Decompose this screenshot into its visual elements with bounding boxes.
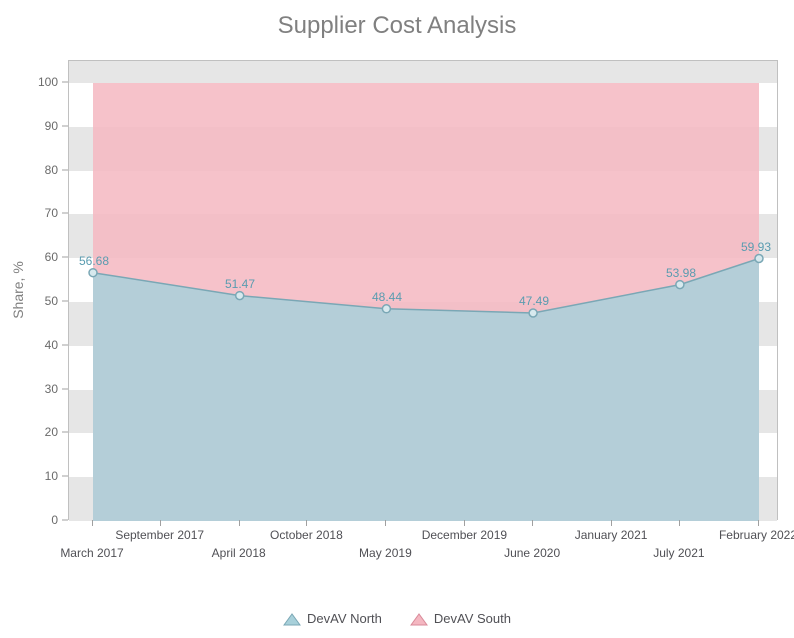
x-tick-label: October 2018	[270, 528, 343, 542]
legend-item-south: DevAV South	[410, 611, 511, 626]
y-tick-label: 90	[45, 119, 58, 133]
x-tick-mark	[679, 520, 680, 526]
x-tick-mark	[611, 520, 612, 526]
x-tick-label: July 2021	[653, 546, 704, 560]
x-tick-label: April 2018	[212, 546, 266, 560]
data-marker	[755, 255, 763, 263]
data-label: 48.44	[372, 290, 402, 304]
legend-label: DevAV North	[307, 611, 382, 626]
x-tick-mark	[758, 520, 759, 526]
legend-label: DevAV South	[434, 611, 511, 626]
plot-area: 56.68 51.47 48.44 47.49 53.98 59.93	[68, 60, 778, 520]
data-label: 53.98	[666, 266, 696, 280]
data-marker	[236, 292, 244, 300]
data-label: 59.93	[741, 240, 771, 254]
x-tick-label: March 2017	[60, 546, 123, 560]
x-tick-label: May 2019	[359, 546, 412, 560]
data-marker	[89, 269, 97, 277]
data-label: 56.68	[79, 254, 109, 268]
y-tick-label: 100	[38, 75, 58, 89]
legend-item-north: DevAV North	[283, 611, 382, 626]
chart-title: Supplier Cost Analysis	[0, 12, 794, 40]
x-tick-label: December 2019	[422, 528, 507, 542]
y-tick-label: 10	[45, 469, 58, 483]
x-tick-mark	[385, 520, 386, 526]
chart-svg	[69, 61, 779, 521]
y-tick-label: 70	[45, 206, 58, 220]
y-axis: 100 90 80 70 60 50 40 30 20 10 0	[0, 60, 68, 520]
data-label: 47.49	[519, 294, 549, 308]
x-tick-mark	[306, 520, 307, 526]
x-axis: September 2017 October 2018 December 201…	[68, 520, 778, 580]
x-tick-label: June 2020	[504, 546, 560, 560]
y-tick-label: 20	[45, 425, 58, 439]
x-tick-label: February 2022	[719, 528, 794, 542]
y-tick-label: 30	[45, 382, 58, 396]
data-label: 51.47	[225, 277, 255, 291]
y-tick-label: 60	[45, 250, 58, 264]
x-tick-mark	[532, 520, 533, 526]
x-tick-mark	[239, 520, 240, 526]
y-tick-label: 40	[45, 338, 58, 352]
y-tick-label: 0	[51, 513, 58, 527]
y-tick-label: 80	[45, 163, 58, 177]
data-marker	[529, 309, 537, 317]
data-marker	[676, 281, 684, 289]
legend-swatch-icon	[410, 612, 428, 626]
x-tick-mark	[160, 520, 161, 526]
legend: DevAV North DevAV South	[0, 611, 794, 626]
x-tick-mark	[464, 520, 465, 526]
x-tick-label: September 2017	[115, 528, 204, 542]
x-tick-mark	[92, 520, 93, 526]
x-tick-label: January 2021	[575, 528, 648, 542]
legend-swatch-icon	[283, 612, 301, 626]
data-marker	[382, 305, 390, 313]
y-tick-label: 50	[45, 294, 58, 308]
